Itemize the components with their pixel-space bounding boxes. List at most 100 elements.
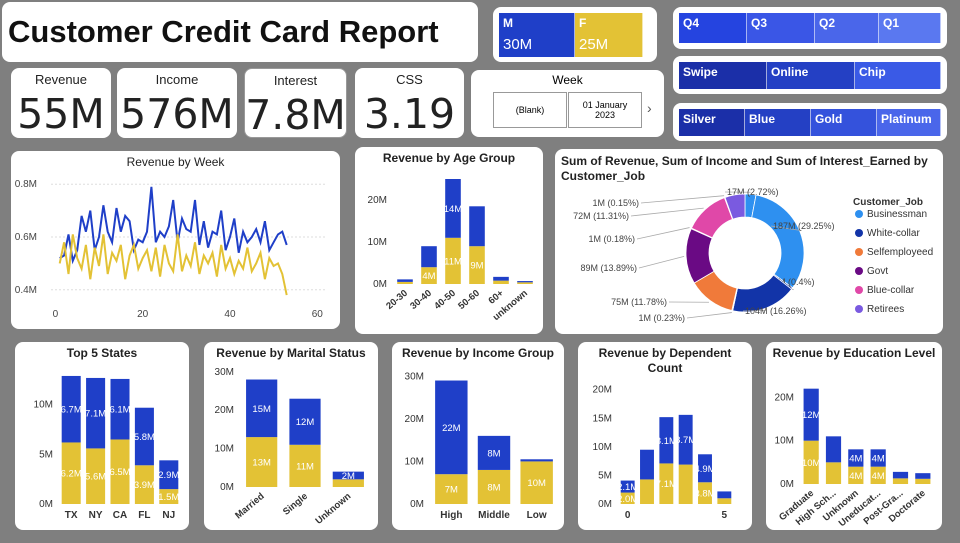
card-category-button[interactable]: Gold	[811, 109, 877, 136]
x-tick-label: 5	[722, 510, 728, 521]
y-tick-label: 10M	[775, 436, 794, 447]
data-label: 3.9M	[134, 480, 155, 491]
revenue-by-dependent-chart: 0M 5M 10M 15M 20M 2.0M2.1M 0 7.1M 8.1M8.7M 3.8M 4.…	[593, 385, 732, 521]
leader-line	[686, 312, 732, 319]
gender-slicer: M 30M F 25M	[493, 7, 657, 62]
data-label: 3.8M	[694, 489, 715, 500]
leader-line	[638, 255, 685, 269]
data-label: 12M	[802, 410, 821, 421]
x-tick-label: 0	[53, 309, 59, 320]
y-tick-label: 10M	[34, 400, 53, 411]
card-use-button[interactable]: Online	[767, 62, 855, 89]
y-tick-label: 10M	[405, 456, 424, 467]
revenue-by-week-card: Revenue by Week 0.4M 0.6M 0.8M 0 20 40 60	[11, 151, 340, 329]
revenue-by-education-chart: 0M10M20M10M12MGraduateHigh Sch...4M4MUnk…	[775, 388, 931, 529]
y-tick-label: 0M	[598, 499, 612, 510]
bar-segment	[493, 280, 509, 284]
gender-value: 30M	[503, 36, 533, 53]
x-tick-label: 40	[224, 309, 236, 320]
slice-label: 1M (0.15%)	[592, 198, 639, 208]
slice-label: 187M (29.25%)	[773, 221, 835, 231]
quarter-button[interactable]: Q1	[879, 13, 941, 43]
data-label: 7M	[445, 485, 458, 496]
bar-segment	[915, 478, 931, 484]
revenue-by-job-chart: 17M (2.72%)187M (29.25%)3M (0.4%)104M (1…	[573, 187, 933, 323]
x-tick-label: 0	[625, 510, 631, 521]
revenue-by-income-chart: 0M 10M 20M 30M 7M 22M High 8M 8M Middle 10M Low	[405, 371, 553, 521]
x-tick-label: 30-40	[408, 288, 434, 312]
card-use-button[interactable]: Chip	[855, 62, 941, 89]
x-tick-label: CA	[113, 510, 127, 521]
card-category-button[interactable]: Blue	[745, 109, 811, 136]
kpi-css: CSS 3.19	[355, 68, 464, 138]
kpi-label: Interest	[273, 73, 318, 88]
gender-female-button[interactable]: F 25M	[575, 13, 643, 57]
x-tick-label: Married	[233, 491, 267, 522]
kpi-income: Income 576M	[117, 68, 237, 138]
week-option-blank[interactable]: (Blank)	[493, 92, 567, 128]
data-label: 2M	[342, 471, 355, 482]
bar-segment	[493, 276, 509, 281]
data-label: 2.1M	[617, 482, 638, 493]
card-category-slicer: Silver Blue Gold Platinum	[673, 103, 947, 141]
legend-item: Blue-collar	[867, 285, 915, 296]
chevron-right-icon[interactable]: ›	[647, 100, 652, 116]
data-label: 5.8M	[134, 432, 155, 443]
y-tick-label: 5M	[39, 449, 53, 460]
quarter-button[interactable]: Q4	[679, 13, 747, 43]
data-label: 8.1M	[656, 436, 677, 447]
x-tick-label: TX	[65, 510, 78, 521]
card-category-button[interactable]: Silver	[679, 109, 745, 136]
slice-label: 89M (13.89%)	[580, 263, 637, 273]
bar-segment	[397, 279, 413, 282]
bar-segment	[892, 471, 909, 479]
x-tick-label: Single	[281, 491, 310, 518]
data-label: 4M	[849, 471, 862, 482]
kpi-value: 3.19	[363, 90, 456, 138]
y-tick-label: 10M	[215, 444, 234, 455]
donut-slice	[751, 194, 805, 289]
legend-title: Customer_Job	[853, 197, 923, 208]
page-title: Customer Credit Card Report	[8, 14, 439, 49]
gender-label: M	[503, 16, 513, 30]
slice-label: 1M (0.23%)	[638, 313, 685, 323]
week-option-jan[interactable]: 01 January 2023	[568, 92, 642, 128]
y-tick-label: 30M	[215, 367, 234, 378]
kpi-label: CSS	[396, 72, 423, 87]
x-tick-label: Unknown	[313, 491, 353, 527]
x-tick-label: 20-30	[384, 288, 410, 312]
y-tick-label: 0M	[220, 482, 234, 493]
x-tick-label: NJ	[162, 510, 175, 521]
revenue-by-week-chart: 0.4M 0.6M 0.8M 0 20 40 60	[15, 179, 326, 320]
top-states-card: Top 5 States 0M 5M 10M 6.2M 6.7M TX 5.6M 7.1M NY…	[15, 342, 189, 530]
kpi-label: Revenue	[34, 72, 88, 87]
slice-label: 1M (0.18%)	[588, 234, 635, 244]
legend-marker	[855, 267, 863, 275]
legend-item: Govt	[867, 266, 888, 277]
revenue-by-education-card: Revenue by Education Level 0M 10M 20M 10M 12…	[766, 342, 942, 530]
y-tick-label: 0M	[39, 499, 53, 510]
data-label: 6.1M	[109, 405, 130, 416]
data-label: 9M	[470, 261, 483, 272]
x-tick-label: 60	[312, 309, 324, 320]
legend-marker	[855, 248, 863, 256]
quarter-slicer: Q4 Q3 Q2 Q1	[673, 7, 947, 49]
y-tick-label: 20M	[593, 385, 612, 396]
slice-label: 75M (11.78%)	[611, 297, 667, 307]
y-tick-label: 0.4M	[15, 285, 37, 296]
card-use-button[interactable]: Swipe	[679, 62, 767, 89]
y-tick-label: 10M	[368, 237, 387, 248]
data-label: 2.0M	[617, 494, 638, 505]
data-label: 10M	[527, 478, 546, 489]
revenue-by-age-card: Revenue by Age Group 0M 10M 20M 20-30 4M 30-4…	[355, 147, 543, 334]
title-card: Customer Credit Card Report	[2, 2, 478, 62]
quarter-button[interactable]: Q2	[815, 13, 879, 43]
gender-male-button[interactable]: M 30M	[499, 13, 575, 57]
y-tick-label: 15M	[593, 413, 612, 424]
leader-line	[630, 207, 704, 217]
data-label: 7.1M	[656, 479, 677, 490]
quarter-button[interactable]: Q3	[747, 13, 815, 43]
card-category-button[interactable]: Platinum	[877, 109, 941, 136]
legend-marker	[855, 305, 863, 313]
y-tick-label: 30M	[405, 371, 424, 382]
